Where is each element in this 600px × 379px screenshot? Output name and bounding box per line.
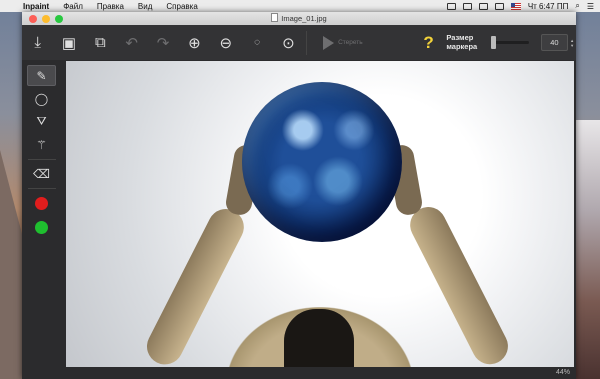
green-color-swatch	[35, 221, 48, 234]
undo-icon: ↶	[125, 34, 138, 52]
lasso-icon: ◯	[34, 91, 49, 106]
tool-sidebar: ✎ ◯ ⛛ ⚚ ⌫	[22, 60, 64, 367]
head-hair	[284, 309, 354, 368]
display-icon[interactable]	[446, 2, 456, 10]
image-canvas[interactable]	[66, 61, 574, 368]
zoom-level: 44%	[555, 369, 570, 376]
zoom-in-button[interactable]: ⊕	[179, 25, 210, 60]
zoom-in-icon: ⊕	[188, 34, 201, 52]
crop-button[interactable]: ⧉	[85, 25, 116, 60]
window-title: Image_01.jpg	[22, 12, 576, 25]
screen-share-icon[interactable]	[462, 2, 472, 10]
menu-help[interactable]: Справка	[159, 2, 204, 11]
magic-wand-icon: ⚚	[36, 137, 47, 152]
menu-view[interactable]: Вид	[131, 2, 159, 11]
erase-label: Стереть	[338, 39, 363, 46]
zoom-fit-button[interactable]: ⊙	[273, 25, 304, 60]
title-bar[interactable]: Image_01.jpg	[22, 12, 576, 25]
menubar-status-area: Чт 6:47 ПП ⌕ ☰	[446, 1, 600, 11]
eraser-icon: ⌫	[33, 166, 50, 181]
window-title-text: Image_01.jpg	[281, 14, 327, 23]
marker-tool[interactable]: ✎	[27, 65, 56, 86]
battery-icon[interactable]	[494, 2, 504, 10]
green-marker-button[interactable]	[27, 217, 56, 238]
menu-bar: Inpaint Файл Правка Вид Справка Чт 6:47 …	[0, 0, 600, 12]
marker-icon: ✎	[36, 68, 47, 83]
save-icon: ▣	[61, 34, 77, 52]
status-bar: 44%	[22, 367, 576, 379]
sidebar-divider-2	[28, 188, 56, 189]
zoom-actual-button[interactable]: ◌	[241, 25, 272, 60]
app-window: Image_01.jpg ⤓ ▣ ⧉ ↶ ↷ ⊕ ⊖ ◌ ⊙ Стереть ?…	[22, 12, 576, 379]
help-button[interactable]: ?	[421, 33, 437, 53]
search-icon[interactable]: ⌕	[575, 1, 579, 11]
redo-button[interactable]: ↷	[147, 25, 178, 60]
zoom-actual-icon: ◌	[254, 37, 261, 48]
undo-button[interactable]: ↶	[116, 25, 147, 60]
menu-edit[interactable]: Правка	[90, 2, 131, 11]
input-source-flag-icon[interactable]	[510, 2, 521, 10]
lasso-tool[interactable]: ◯	[27, 88, 56, 109]
marker-size-stepper[interactable]: ▲ ▼	[570, 35, 576, 50]
red-marker-button[interactable]	[27, 193, 56, 214]
crop-icon: ⧉	[95, 34, 106, 51]
marker-size-input[interactable]: 40	[540, 34, 569, 51]
zoom-out-button[interactable]: ⊖	[210, 25, 241, 60]
erase-button[interactable]: Стереть	[309, 35, 371, 50]
sidebar-divider	[28, 159, 56, 160]
menubar-clock[interactable]: Чт 6:47 ПП	[528, 2, 569, 11]
open-file-icon: ⤓	[34, 34, 41, 51]
open-file-button[interactable]: ⤓	[22, 25, 53, 60]
toolbar: ⤓ ▣ ⧉ ↶ ↷ ⊕ ⊖ ◌ ⊙ Стереть ? Размер марке…	[22, 25, 576, 60]
stepper-down-icon[interactable]: ▼	[570, 43, 576, 48]
toolbar-divider	[306, 30, 308, 55]
zoom-fit-icon: ⊙	[282, 34, 295, 52]
magic-wand-tool[interactable]: ⚚	[27, 134, 56, 155]
marker-size-label: Размер маркера	[446, 33, 478, 51]
play-icon	[323, 35, 335, 50]
save-button[interactable]: ▣	[53, 25, 84, 60]
polygon-lasso-icon: ⛛	[36, 114, 47, 128]
menu-app-name[interactable]: Inpaint	[16, 2, 56, 11]
right-arm	[403, 200, 515, 368]
list-icon[interactable]: ☰	[587, 2, 594, 11]
brain-globe	[242, 82, 402, 242]
document-icon	[271, 13, 279, 22]
red-color-swatch	[35, 197, 48, 210]
airplay-icon[interactable]	[478, 2, 488, 10]
redo-icon: ↷	[156, 34, 170, 52]
eraser-tool[interactable]: ⌫	[27, 163, 56, 184]
zoom-out-icon: ⊖	[219, 34, 233, 52]
marker-size-slider[interactable]	[491, 36, 529, 49]
menu-file[interactable]: Файл	[56, 2, 90, 11]
slider-knob[interactable]	[491, 36, 497, 49]
polygon-lasso-tool[interactable]: ⛛	[27, 111, 56, 132]
